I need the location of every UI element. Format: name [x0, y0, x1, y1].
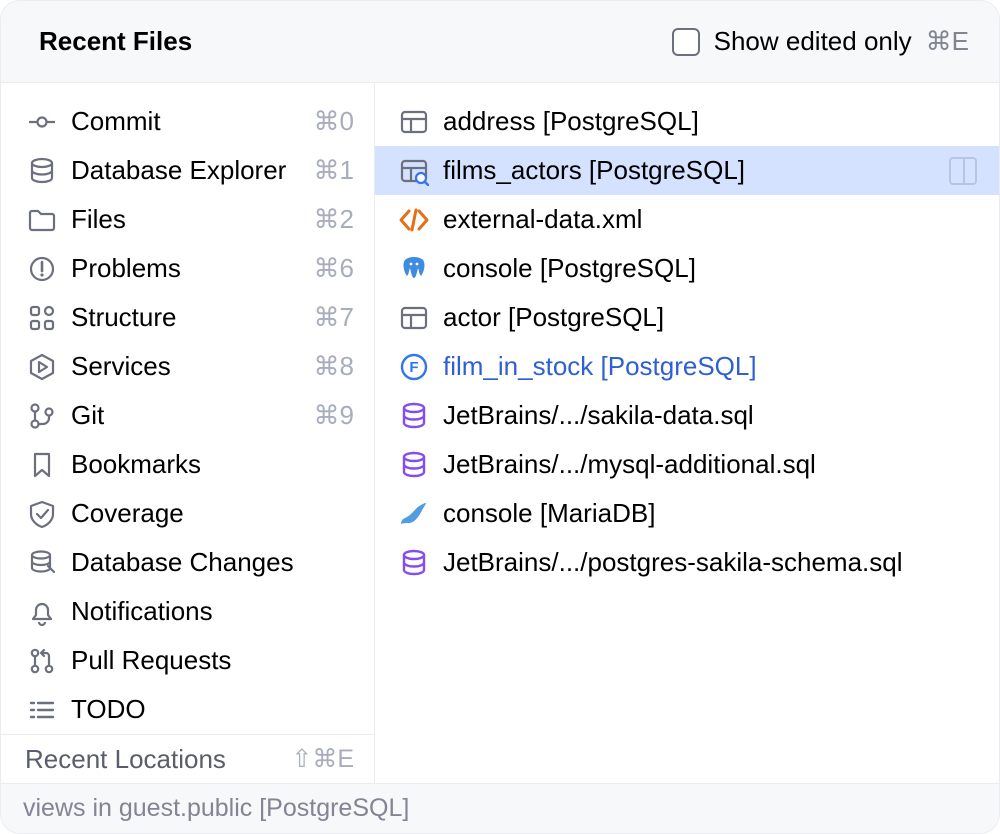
sidebar-item-database-explorer[interactable]: Database Explorer⌘1 [1, 146, 374, 195]
sidebar-item-bookmarks[interactable]: Bookmarks [1, 440, 374, 489]
recent-file-label: JetBrains/.../mysql-additional.sql [443, 449, 977, 480]
sidebar-item-label: Files [71, 204, 314, 235]
tableq-icon [397, 154, 431, 188]
sidebar-item-label: Pull Requests [71, 645, 354, 676]
sql-icon [397, 448, 431, 482]
commit-icon [25, 105, 59, 139]
sidebar-item-coverage[interactable]: Coverage [1, 489, 374, 538]
sidebar-item-label: TODO [71, 694, 354, 725]
sidebar-item-git[interactable]: Git⌘9 [1, 391, 374, 440]
sidebar-item-label: Bookmarks [71, 449, 354, 480]
sidebar-item-label: Database Changes [71, 547, 354, 578]
coverage-icon [25, 497, 59, 531]
bookmark-icon [25, 448, 59, 482]
sidebar-item-label: Problems [71, 253, 314, 284]
recent-file-item[interactable]: address [PostgreSQL] [375, 97, 999, 146]
problems-icon [25, 252, 59, 286]
sidebar-item-notifications[interactable]: Notifications [1, 587, 374, 636]
folder-icon [25, 203, 59, 237]
recent-file-label: actor [PostgreSQL] [443, 302, 977, 333]
popup-footer: views in guest.public [PostgreSQL] [1, 783, 999, 833]
svg-text:F: F [409, 359, 418, 376]
sidebar-item-shortcut: ⌘9 [314, 400, 354, 431]
recent-file-label: console [PostgreSQL] [443, 253, 977, 284]
sidebar-item-database-changes[interactable]: Database Changes [1, 538, 374, 587]
todo-icon [25, 693, 59, 727]
pg-icon [397, 252, 431, 286]
recent-file-label: JetBrains/.../postgres-sakila-schema.sql [443, 547, 977, 578]
sidebar-item-services[interactable]: Services⌘8 [1, 342, 374, 391]
bell-icon [25, 595, 59, 629]
tool-window-list: Commit⌘0Database Explorer⌘1Files⌘2Proble… [1, 97, 374, 734]
popup-content: Commit⌘0Database Explorer⌘1Files⌘2Proble… [1, 83, 999, 783]
recent-file-item[interactable]: JetBrains/.../mysql-additional.sql [375, 440, 999, 489]
sql-icon [397, 399, 431, 433]
show-edited-only-shortcut: ⌘E [926, 26, 969, 57]
sidebar-item-label: Services [71, 351, 314, 382]
show-edited-only-checkbox[interactable] [672, 28, 700, 56]
sidebar-item-todo[interactable]: TODO [1, 685, 374, 734]
sidebar-item-shortcut: ⌘8 [314, 351, 354, 382]
sidebar-item-shortcut: ⌘6 [314, 253, 354, 284]
recent-file-item[interactable]: actor [PostgreSQL] [375, 293, 999, 342]
sidebar-item-shortcut: ⌘0 [314, 106, 354, 137]
services-icon [25, 350, 59, 384]
recent-files-popup: Recent Files Show edited only ⌘E Commit⌘… [0, 0, 1000, 834]
maria-icon [397, 497, 431, 531]
sidebar-item-commit[interactable]: Commit⌘0 [1, 97, 374, 146]
sidebar-item-label: Notifications [71, 596, 354, 627]
recent-file-label: external-data.xml [443, 204, 977, 235]
tool-window-sidebar: Commit⌘0Database Explorer⌘1Files⌘2Proble… [1, 83, 375, 783]
recent-file-label: console [MariaDB] [443, 498, 977, 529]
db-icon [25, 154, 59, 188]
recent-file-item[interactable]: external-data.xml [375, 195, 999, 244]
recent-locations-label: Recent Locations [25, 744, 226, 775]
table-icon [397, 301, 431, 335]
sidebar-item-shortcut: ⌘7 [314, 302, 354, 333]
recent-file-label: film_in_stock [PostgreSQL] [443, 351, 977, 382]
recent-file-item[interactable]: films_actors [PostgreSQL] [375, 146, 999, 195]
git-icon [25, 399, 59, 433]
recent-file-item[interactable]: JetBrains/.../postgres-sakila-schema.sql [375, 538, 999, 587]
structure-icon [25, 301, 59, 335]
dbchanges-icon [25, 546, 59, 580]
sidebar-item-shortcut: ⌘1 [314, 155, 354, 186]
recent-file-item[interactable]: JetBrains/.../sakila-data.sql [375, 391, 999, 440]
sidebar-item-label: Git [71, 400, 314, 431]
popup-title: Recent Files [39, 26, 192, 57]
footer-text: views in guest.public [PostgreSQL] [23, 794, 409, 823]
recent-file-item[interactable]: Ffilm_in_stock [PostgreSQL] [375, 342, 999, 391]
sql-icon [397, 546, 431, 580]
fn-icon: F [397, 350, 431, 384]
sidebar-item-pull-requests[interactable]: Pull Requests [1, 636, 374, 685]
sidebar-item-shortcut: ⌘2 [314, 204, 354, 235]
recent-file-label: films_actors [PostgreSQL] [443, 155, 941, 186]
recent-locations-shortcut: ⇧⌘E [291, 744, 354, 774]
sidebar-item-label: Database Explorer [71, 155, 314, 186]
popup-header: Recent Files Show edited only ⌘E [1, 1, 999, 83]
sidebar-item-files[interactable]: Files⌘2 [1, 195, 374, 244]
xml-icon [397, 203, 431, 237]
recent-locations-row[interactable]: Recent Locations ⇧⌘E [1, 734, 374, 783]
sidebar-item-problems[interactable]: Problems⌘6 [1, 244, 374, 293]
table-icon [397, 105, 431, 139]
pullreq-icon [25, 644, 59, 678]
recent-files-list: address [PostgreSQL] films_actors [Postgr… [375, 83, 999, 783]
sidebar-item-structure[interactable]: Structure⌘7 [1, 293, 374, 342]
recent-file-label: JetBrains/.../sakila-data.sql [443, 400, 977, 431]
recent-file-item[interactable]: console [MariaDB] [375, 489, 999, 538]
show-edited-only-row[interactable]: Show edited only ⌘E [672, 26, 969, 57]
split-right-icon[interactable] [949, 157, 977, 185]
sidebar-item-label: Commit [71, 106, 314, 137]
sidebar-item-label: Structure [71, 302, 314, 333]
show-edited-only-label: Show edited only [714, 26, 912, 57]
recent-file-label: address [PostgreSQL] [443, 106, 977, 137]
sidebar-item-label: Coverage [71, 498, 354, 529]
recent-file-item[interactable]: console [PostgreSQL] [375, 244, 999, 293]
